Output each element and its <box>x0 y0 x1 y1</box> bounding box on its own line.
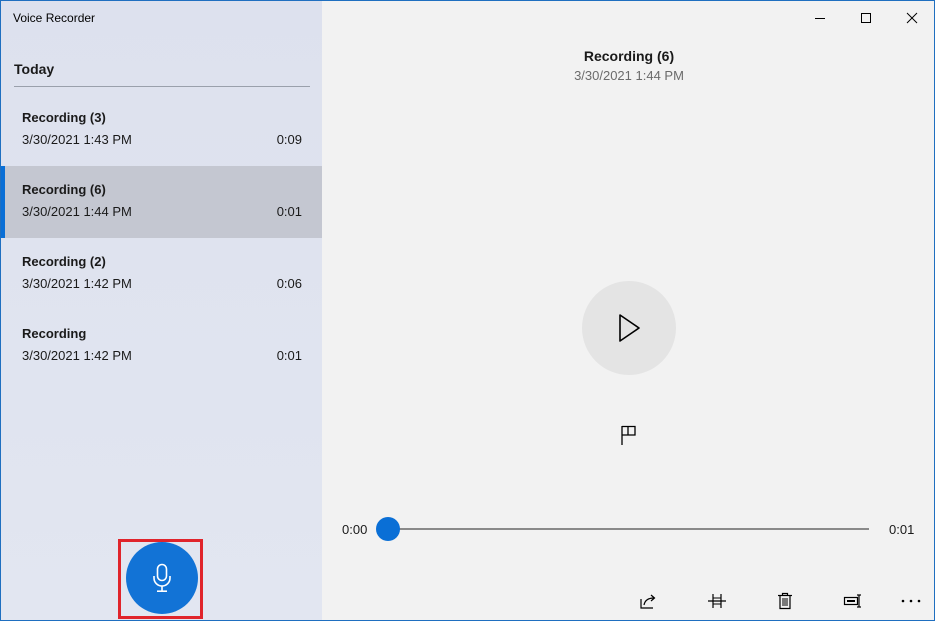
seek-bar[interactable] <box>388 528 869 530</box>
play-button[interactable] <box>582 281 676 375</box>
group-header-today: Today <box>14 61 55 77</box>
group-divider <box>14 86 310 87</box>
player-recording-date: 3/30/2021 1:44 PM <box>574 68 684 83</box>
microphone-icon <box>153 563 171 593</box>
current-time: 0:00 <box>342 522 368 537</box>
close-button[interactable] <box>889 1 934 34</box>
app-title: Voice Recorder <box>13 11 96 25</box>
delete-button[interactable] <box>771 589 799 613</box>
player-recording-title: Recording (6) <box>583 48 675 64</box>
delete-icon <box>778 592 792 610</box>
recording-date: 3/30/2021 1:42 PM <box>22 348 132 363</box>
recording-name: Recording (3) <box>22 110 106 125</box>
maximize-button[interactable] <box>843 1 889 34</box>
share-icon <box>640 594 656 609</box>
maximize-icon <box>861 12 871 23</box>
voice-recorder-window: Voice Recorder Today Recording (3) 3/30/… <box>0 0 935 621</box>
recording-date: 3/30/2021 1:44 PM <box>22 204 132 219</box>
recording-duration: 0:01 <box>276 204 302 219</box>
recording-item[interactable]: Recording 3/30/2021 1:42 PM 0:01 <box>1 310 322 382</box>
recording-item-selected[interactable]: Recording (6) 3/30/2021 1:44 PM 0:01 <box>1 166 322 238</box>
recording-name: Recording (2) <box>22 254 106 269</box>
selection-indicator <box>1 166 5 238</box>
recording-item[interactable]: Recording (2) 3/30/2021 1:42 PM 0:06 <box>1 238 322 310</box>
recording-duration: 0:09 <box>276 132 302 147</box>
recording-date: 3/30/2021 1:43 PM <box>22 132 132 147</box>
close-icon <box>906 12 918 23</box>
trim-icon <box>708 594 726 608</box>
trim-button[interactable] <box>703 589 731 613</box>
total-time: 0:01 <box>889 522 915 537</box>
minimize-icon <box>815 17 825 19</box>
recording-name: Recording <box>22 326 87 341</box>
share-button[interactable] <box>634 589 662 613</box>
recording-duration: 0:06 <box>276 276 302 291</box>
record-button[interactable] <box>126 542 198 614</box>
rename-icon <box>843 594 861 608</box>
add-marker-button[interactable] <box>615 421 643 449</box>
recording-item[interactable]: Recording (3) 3/30/2021 1:43 PM 0:09 <box>1 94 322 166</box>
more-icon <box>901 599 921 603</box>
recording-date: 3/30/2021 1:42 PM <box>22 276 132 291</box>
seek-thumb[interactable] <box>376 517 400 541</box>
flag-icon <box>621 425 636 445</box>
play-icon <box>619 314 640 342</box>
rename-button[interactable] <box>839 589 867 613</box>
more-options-button[interactable] <box>897 589 925 613</box>
recording-duration: 0:01 <box>276 348 302 363</box>
recording-list: Recording (3) 3/30/2021 1:43 PM 0:09 Rec… <box>1 94 322 382</box>
recording-name: Recording (6) <box>22 182 106 197</box>
minimize-button[interactable] <box>797 1 843 34</box>
recordings-sidebar: Voice Recorder Today Recording (3) 3/30/… <box>1 1 322 620</box>
